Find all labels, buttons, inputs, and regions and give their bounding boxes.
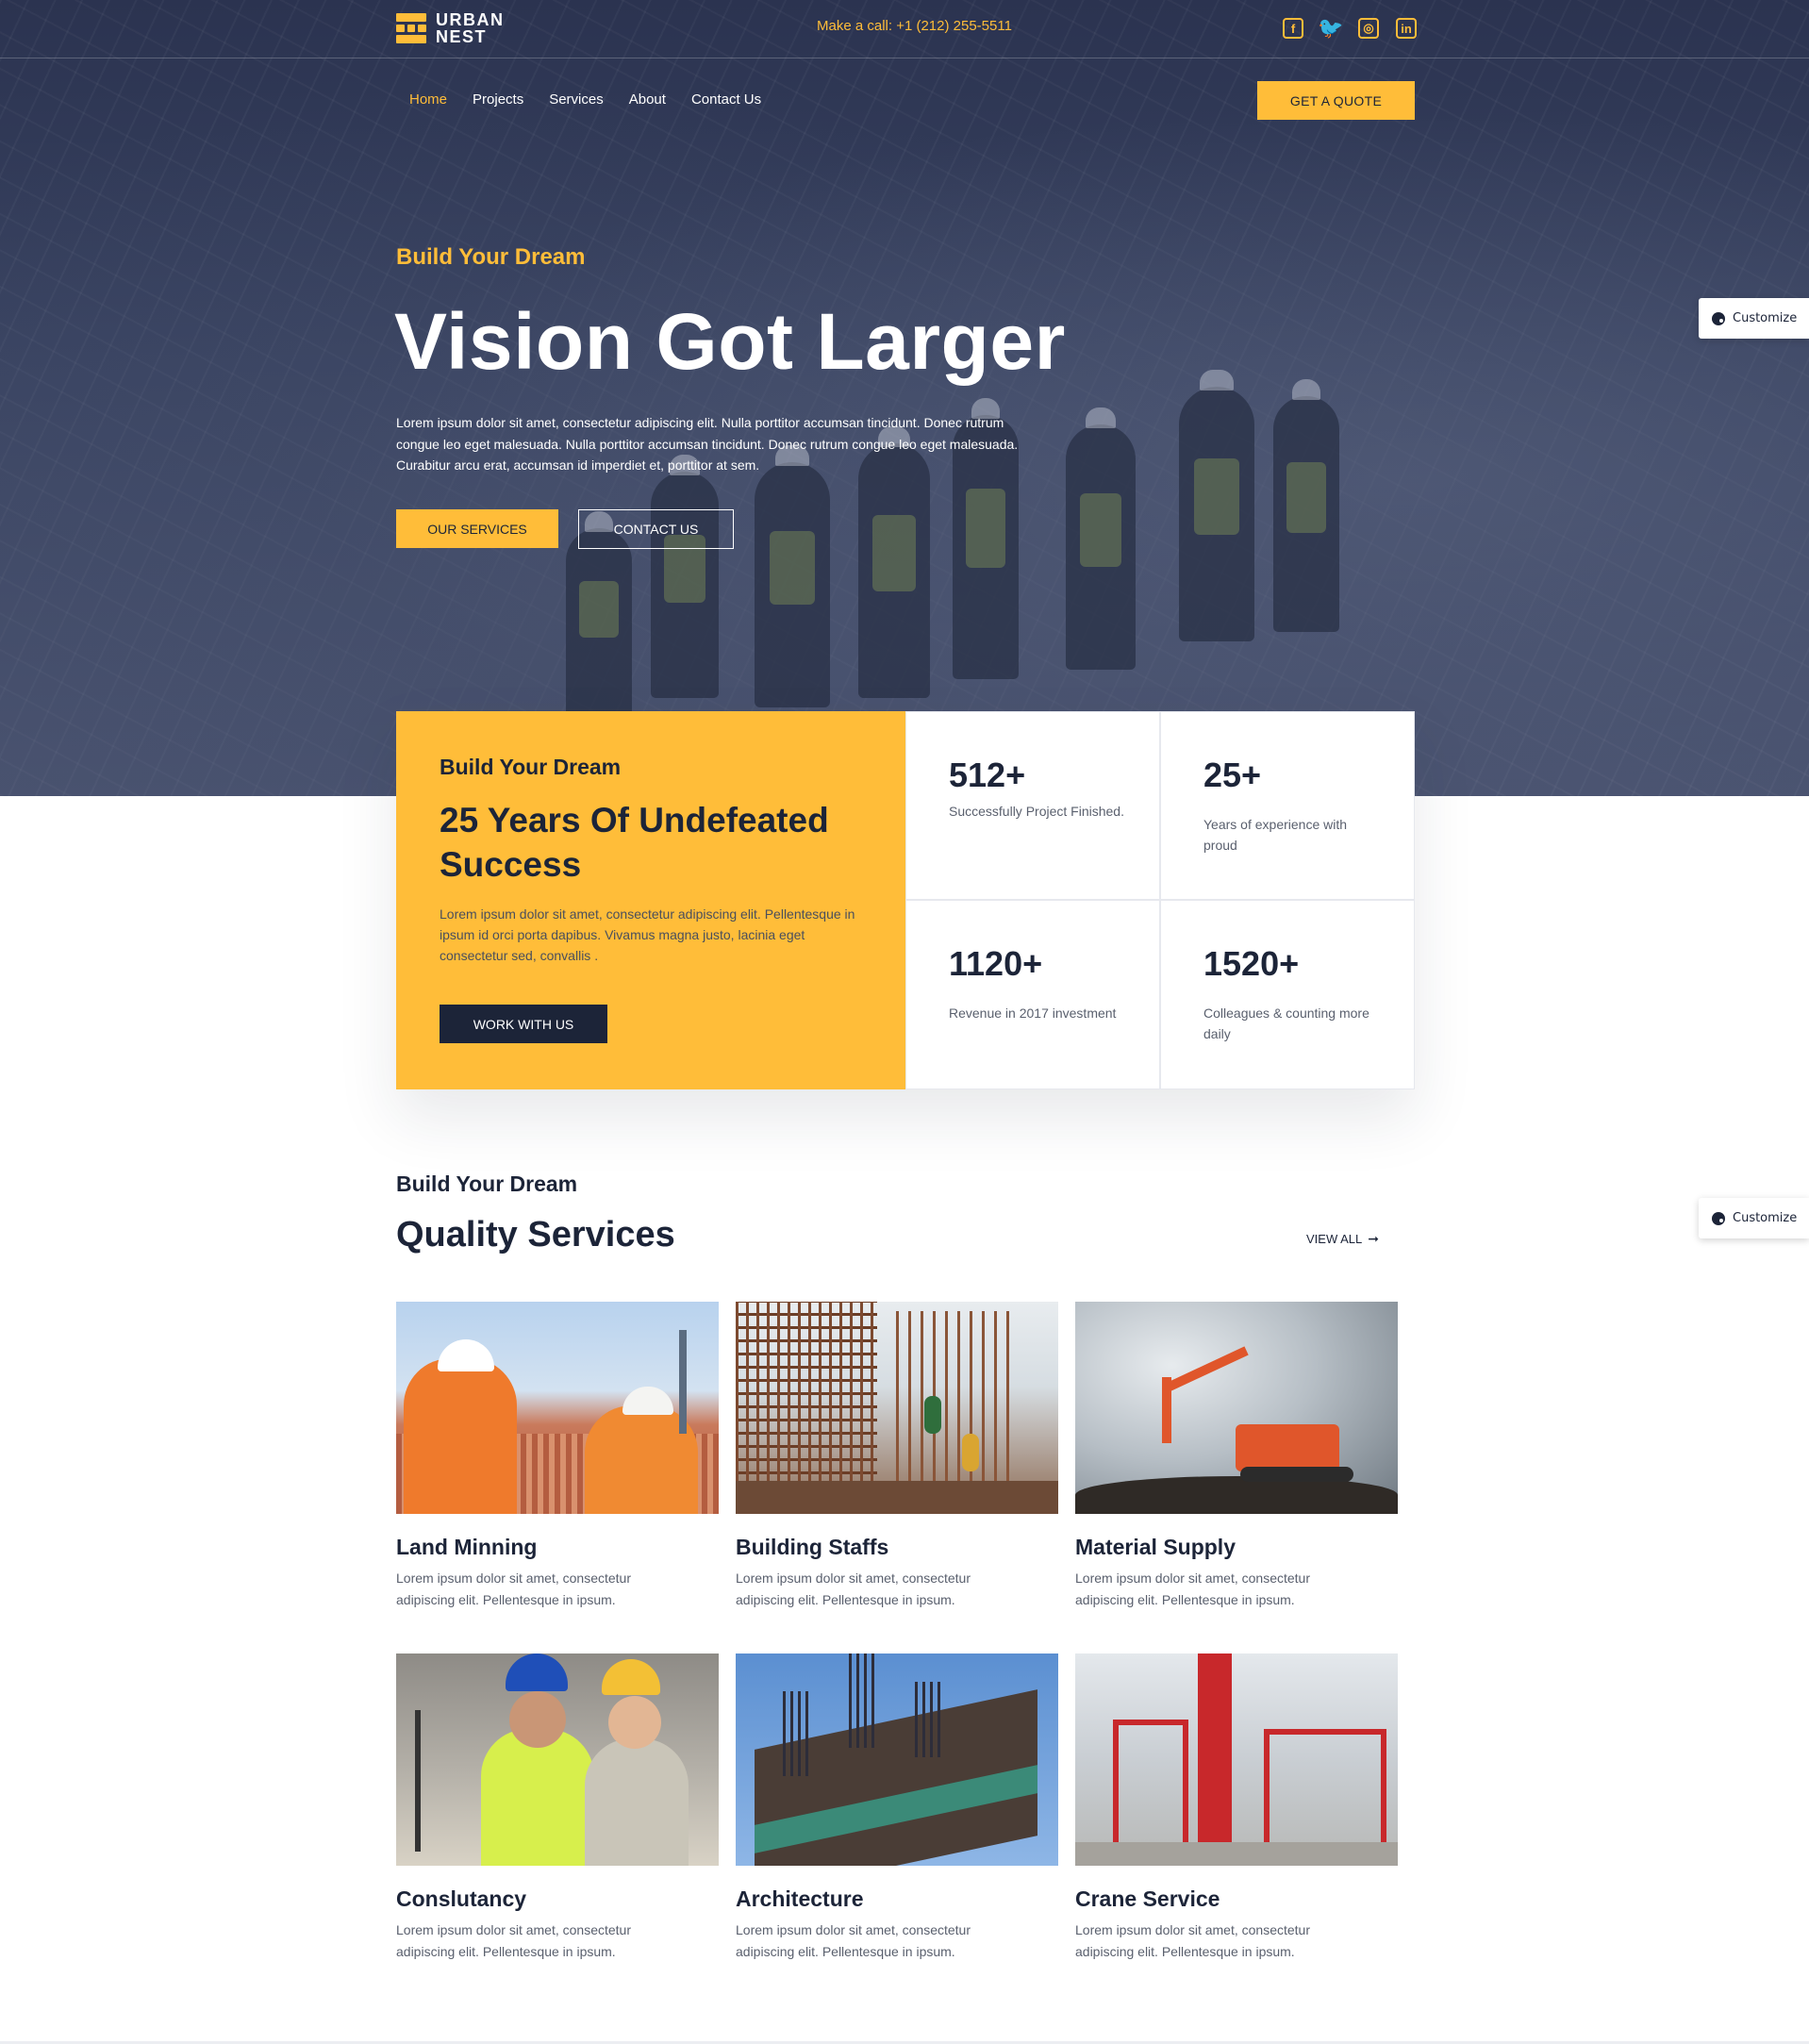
hero-section (0, 0, 1809, 796)
stats-description: Lorem ipsum dolor sit amet, consectetur … (440, 906, 855, 963)
stat-label: Years of experience with proud (1203, 817, 1348, 853)
service-name: Building Staffs (736, 1535, 889, 1559)
service-card[interactable]: Land Minning Lorem ipsum dolor sit amet,… (396, 1302, 719, 1610)
service-description: Lorem ipsum dolor sit amet, consectetur … (396, 1570, 631, 1607)
stats-section: Build Your Dream 25 Years Of Undefeated … (396, 711, 1415, 1089)
stat-label: Colleagues & counting more daily (1203, 1005, 1369, 1041)
stat-number: 512+ (949, 756, 1026, 794)
service-image-crane-service (1075, 1653, 1398, 1866)
hero-title: Vision Got Larger (394, 297, 1066, 386)
stats-eyebrow: Build Your Dream (440, 755, 622, 779)
stat-number: 1520+ (1203, 944, 1300, 983)
customize-label: Customize (1733, 1211, 1798, 1225)
services-title: Quality Services (396, 1215, 675, 1255)
nav-item-home[interactable]: Home (409, 91, 447, 108)
twitter-icon[interactable]: 🐦 (1318, 16, 1343, 40)
stat-number: 25+ (1203, 756, 1262, 794)
logo-line-2: NEST (436, 27, 488, 46)
instagram-icon[interactable]: ◎ (1358, 18, 1379, 39)
service-image-conslutancy (396, 1653, 719, 1866)
service-image-material-supply (1075, 1302, 1398, 1514)
site-logo[interactable]: URBAN NEST (396, 11, 505, 45)
work-with-us-button[interactable]: WORK WITH US (440, 1005, 607, 1043)
call-link[interactable]: Make a call: +1 (212) 255-5511 (817, 18, 1012, 34)
nav-item-projects[interactable]: Projects (473, 91, 523, 108)
service-card[interactable]: Architecture Lorem ipsum dolor sit amet,… (736, 1653, 1058, 1962)
service-description: Lorem ipsum dolor sit amet, consectetur … (396, 1922, 631, 1959)
service-image-building-staffs (736, 1302, 1058, 1514)
service-description: Lorem ipsum dolor sit amet, consectetur … (1075, 1922, 1310, 1959)
nav-item-about[interactable]: About (629, 91, 666, 108)
get-a-quote-button[interactable]: GET A QUOTE (1257, 81, 1415, 120)
stat-label: Revenue in 2017 investment (949, 1005, 1117, 1021)
linkedin-icon[interactable]: in (1396, 18, 1417, 39)
nav-item-services[interactable]: Services (549, 91, 604, 108)
service-name: Architecture (736, 1886, 864, 1911)
our-services-button[interactable]: OUR SERVICES (396, 509, 558, 548)
service-name: Material Supply (1075, 1535, 1236, 1559)
service-name: Land Minning (396, 1535, 538, 1559)
services-eyebrow: Build Your Dream (396, 1172, 578, 1196)
facebook-icon[interactable]: f (1283, 18, 1303, 39)
service-image-land-minning (396, 1302, 719, 1514)
view-all-label: VIEW ALL (1306, 1232, 1363, 1246)
palette-icon (1712, 1211, 1725, 1225)
brick-logo-icon (396, 13, 426, 43)
stat-label: Successfully Project Finished. (949, 804, 1124, 819)
stats-title: 25 Years Of Undefeated Success (440, 801, 829, 884)
view-all-link[interactable]: VIEW ALL ➞ (1306, 1231, 1379, 1247)
logo-line-1: URBAN (436, 10, 505, 29)
service-image-architecture (736, 1653, 1058, 1866)
stats-intro-panel: Build Your Dream 25 Years Of Undefeated … (396, 711, 905, 1089)
stat-experience: 25+ Years of experience with proud (1160, 711, 1415, 900)
stat-number: 1120+ (949, 944, 1043, 983)
social-links: f 🐦 ◎ in (1283, 16, 1417, 40)
service-card[interactable]: Crane Service Lorem ipsum dolor sit amet… (1075, 1653, 1398, 1962)
customize-button[interactable]: Customize (1699, 298, 1809, 339)
contact-us-button[interactable]: CONTACT US (578, 509, 734, 549)
service-card[interactable]: Conslutancy Lorem ipsum dolor sit amet, … (396, 1653, 719, 1962)
arrow-right-icon: ➞ (1368, 1231, 1379, 1246)
logo-text: URBAN NEST (436, 11, 505, 45)
palette-icon (1712, 311, 1725, 325)
hero-eyebrow: Build Your Dream (396, 244, 586, 270)
customize-button-secondary[interactable]: Customize (1699, 1198, 1809, 1238)
stat-colleagues: 1520+ Colleagues & counting more daily (1160, 900, 1415, 1089)
service-card[interactable]: Building Staffs Lorem ipsum dolor sit am… (736, 1302, 1058, 1610)
service-name: Crane Service (1075, 1886, 1220, 1911)
stat-projects: 512+ Successfully Project Finished. (905, 711, 1160, 900)
service-card[interactable]: Material Supply Lorem ipsum dolor sit am… (1075, 1302, 1398, 1610)
service-description: Lorem ipsum dolor sit amet, consectetur … (736, 1570, 971, 1607)
main-nav: Home Projects Services About Contact Us (409, 91, 761, 108)
service-name: Conslutancy (396, 1886, 527, 1911)
hero-description: Lorem ipsum dolor sit amet, consectetur … (396, 415, 1019, 473)
service-description: Lorem ipsum dolor sit amet, consectetur … (736, 1922, 971, 1959)
nav-item-contact[interactable]: Contact Us (691, 91, 761, 108)
service-description: Lorem ipsum dolor sit amet, consectetur … (1075, 1570, 1310, 1607)
stat-revenue: 1120+ Revenue in 2017 investment (905, 900, 1160, 1089)
customize-label: Customize (1733, 311, 1798, 325)
